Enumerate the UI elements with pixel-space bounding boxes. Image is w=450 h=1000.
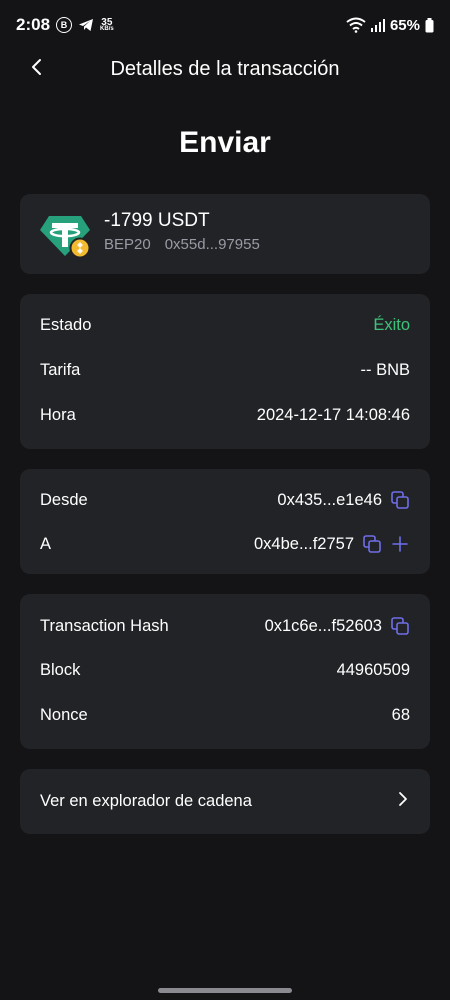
explorer-link[interactable]: Ver en explorador de cadena xyxy=(20,769,430,834)
status-right: 65% xyxy=(346,17,434,34)
back-button[interactable] xyxy=(22,54,52,84)
asset-subtitle: BEP20 0x55d...97955 xyxy=(104,236,260,253)
asset-amount: -1799 USDT xyxy=(104,210,210,231)
nonce-row: Nonce 68 xyxy=(40,706,410,725)
bnb-badge-icon xyxy=(69,237,91,259)
status-left: 2:08 B 35 KB/s xyxy=(16,15,114,35)
hash-value-group: 0x1c6e...f52603 xyxy=(265,616,410,636)
hash-value: 0x1c6e...f52603 xyxy=(264,616,382,635)
copy-icon[interactable] xyxy=(390,490,410,510)
battery-icon xyxy=(425,17,434,33)
to-address: 0x4be...f2757 xyxy=(254,534,354,553)
block-value: 44960509 xyxy=(336,661,410,679)
time-row: Hora 2024-12-17 14:08:46 xyxy=(40,406,410,425)
fee-label: Tarifa xyxy=(40,361,81,379)
to-row: A 0x4be...f2757 xyxy=(40,534,410,554)
status-bar: 2:08 B 35 KB/s 65% xyxy=(0,0,450,50)
battery-percentage: 65% xyxy=(389,16,420,34)
asset-contract-address: 0x55d...97955 xyxy=(164,236,260,253)
hash-row: Transaction Hash 0x1c6e...f52603 xyxy=(40,616,410,636)
fee-value: -- BNB xyxy=(360,361,411,379)
network-speed-unit: KB/s xyxy=(100,25,114,32)
copy-icon[interactable] xyxy=(362,534,382,554)
details-card: Estado Éxito Tarifa -- BNB Hora 2024-12-… xyxy=(20,294,430,449)
status-label: Estado xyxy=(40,316,92,334)
wifi-icon xyxy=(346,17,366,33)
b-app-icon: B xyxy=(56,17,73,33)
from-row: Desde 0x435...e1e46 xyxy=(40,490,410,510)
from-address: 0x435...e1e46 xyxy=(277,490,382,509)
usdt-token-icon xyxy=(40,214,91,259)
block-label: Block xyxy=(40,661,81,679)
status-time: 2:08 xyxy=(16,15,51,34)
chain-info-card: Transaction Hash 0x1c6e...f52603 Block 4… xyxy=(20,594,430,749)
addresses-card: Desde 0x435...e1e46 A 0x4be...f2757 xyxy=(20,469,430,574)
asset-card: -1799 USDT BEP20 0x55d...97955 xyxy=(20,194,430,274)
add-contact-plus-icon[interactable] xyxy=(390,534,410,554)
time-label: Hora xyxy=(40,406,76,424)
header-title: Detalles de la transacción xyxy=(110,57,340,80)
time-value: 2024-12-17 14:08:46 xyxy=(256,406,410,424)
explorer-label: Ver en explorador de cadena xyxy=(40,792,252,810)
nonce-value: 68 xyxy=(391,706,410,724)
page-title: Enviar xyxy=(179,126,271,159)
status-value: Éxito xyxy=(373,316,410,334)
nonce-label: Nonce xyxy=(40,706,88,724)
network-speed: 35 KB/s xyxy=(100,17,114,32)
block-row: Block 44960509 xyxy=(40,661,410,680)
status-row: Estado Éxito xyxy=(40,316,410,335)
asset-network: BEP20 xyxy=(104,236,151,253)
chevron-left-icon xyxy=(30,57,44,82)
chevron-right-icon xyxy=(398,791,408,812)
fee-row: Tarifa -- BNB xyxy=(40,361,410,380)
telegram-icon xyxy=(78,18,94,32)
from-label: Desde xyxy=(40,490,88,509)
from-value-group: 0x435...e1e46 xyxy=(277,490,410,510)
to-label: A xyxy=(40,534,52,553)
home-indicator[interactable] xyxy=(158,988,292,993)
hash-label: Transaction Hash xyxy=(40,616,169,635)
explorer-row[interactable]: Ver en explorador de cadena xyxy=(40,791,408,812)
to-value-group: 0x4be...f2757 xyxy=(254,534,410,554)
signal-icon xyxy=(370,18,385,32)
app-header: Detalles de la transacción xyxy=(0,50,450,88)
copy-icon[interactable] xyxy=(390,616,410,636)
